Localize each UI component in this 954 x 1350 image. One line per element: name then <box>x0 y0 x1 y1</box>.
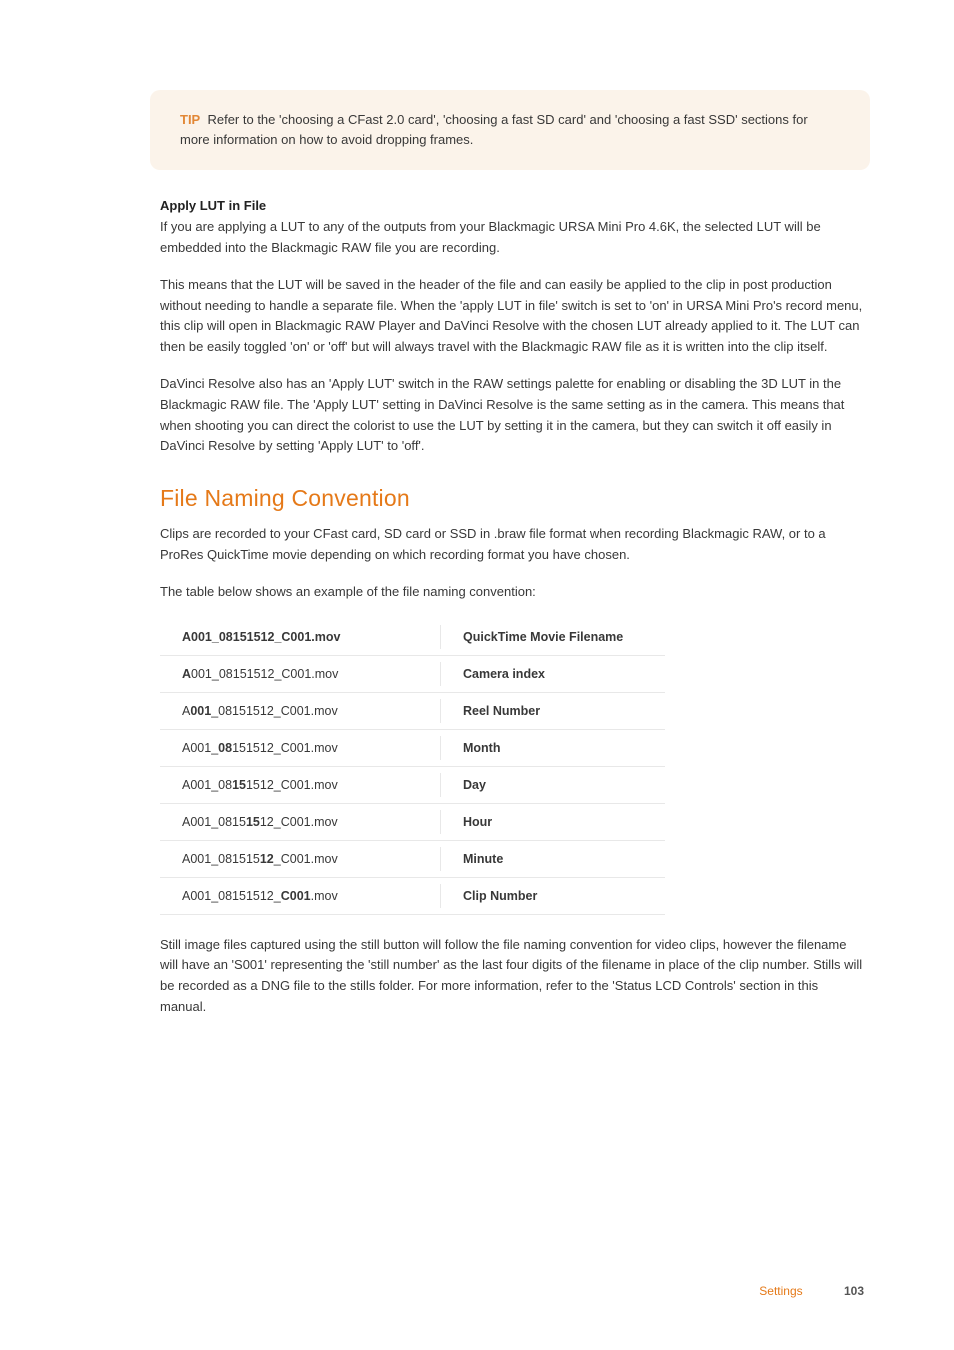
table-cell-description: Clip Number <box>441 877 665 914</box>
footer-section: Settings <box>759 1284 802 1298</box>
table-row: A001_08151512_C001.movMinute <box>160 840 665 877</box>
table-cell-description: Day <box>441 766 665 803</box>
tip-label: TIP <box>180 112 200 127</box>
apply-lut-p3: DaVinci Resolve also has an 'Apply LUT' … <box>160 374 864 457</box>
table-cell-description: QuickTime Movie Filename <box>441 619 665 656</box>
table-cell-description: Reel Number <box>441 692 665 729</box>
table-cell-filename: A001_08151512_C001.mov <box>160 766 441 803</box>
apply-lut-heading: Apply LUT in File <box>160 198 864 213</box>
file-naming-table-lead: The table below shows an example of the … <box>160 582 864 603</box>
file-naming-table: A001_08151512_C001.movQuickTime Movie Fi… <box>160 619 665 915</box>
table-row: A001_08151512_C001.movMonth <box>160 729 665 766</box>
table-cell-description: Month <box>441 729 665 766</box>
table-cell-filename: A001_08151512_C001.mov <box>160 840 441 877</box>
table-row: A001_08151512_C001.movCamera index <box>160 655 665 692</box>
table-row: A001_08151512_C001.movQuickTime Movie Fi… <box>160 619 665 656</box>
file-naming-heading: File Naming Convention <box>160 485 864 512</box>
apply-lut-p2: This means that the LUT will be saved in… <box>160 275 864 358</box>
table-cell-filename: A001_08151512_C001.mov <box>160 877 441 914</box>
table-cell-filename: A001_08151512_C001.mov <box>160 692 441 729</box>
table-cell-description: Minute <box>441 840 665 877</box>
table-row: A001_08151512_C001.movDay <box>160 766 665 803</box>
table-row: A001_08151512_C001.movHour <box>160 803 665 840</box>
table-cell-description: Hour <box>441 803 665 840</box>
table-cell-filename: A001_08151512_C001.mov <box>160 655 441 692</box>
table-row: A001_08151512_C001.movReel Number <box>160 692 665 729</box>
table-row: A001_08151512_C001.movClip Number <box>160 877 665 914</box>
table-cell-filename: A001_08151512_C001.mov <box>160 803 441 840</box>
table-cell-description: Camera index <box>441 655 665 692</box>
file-naming-outro: Still image files captured using the sti… <box>160 935 864 1018</box>
apply-lut-p1: If you are applying a LUT to any of the … <box>160 217 864 259</box>
table-cell-filename: A001_08151512_C001.mov <box>160 729 441 766</box>
file-naming-intro: Clips are recorded to your CFast card, S… <box>160 524 864 566</box>
footer-page: 103 <box>844 1284 864 1298</box>
tip-text: Refer to the 'choosing a CFast 2.0 card'… <box>180 112 808 147</box>
page-footer: Settings 103 <box>759 1284 864 1298</box>
tip-callout: TIP Refer to the 'choosing a CFast 2.0 c… <box>150 90 870 170</box>
table-cell-filename: A001_08151512_C001.mov <box>160 619 441 656</box>
